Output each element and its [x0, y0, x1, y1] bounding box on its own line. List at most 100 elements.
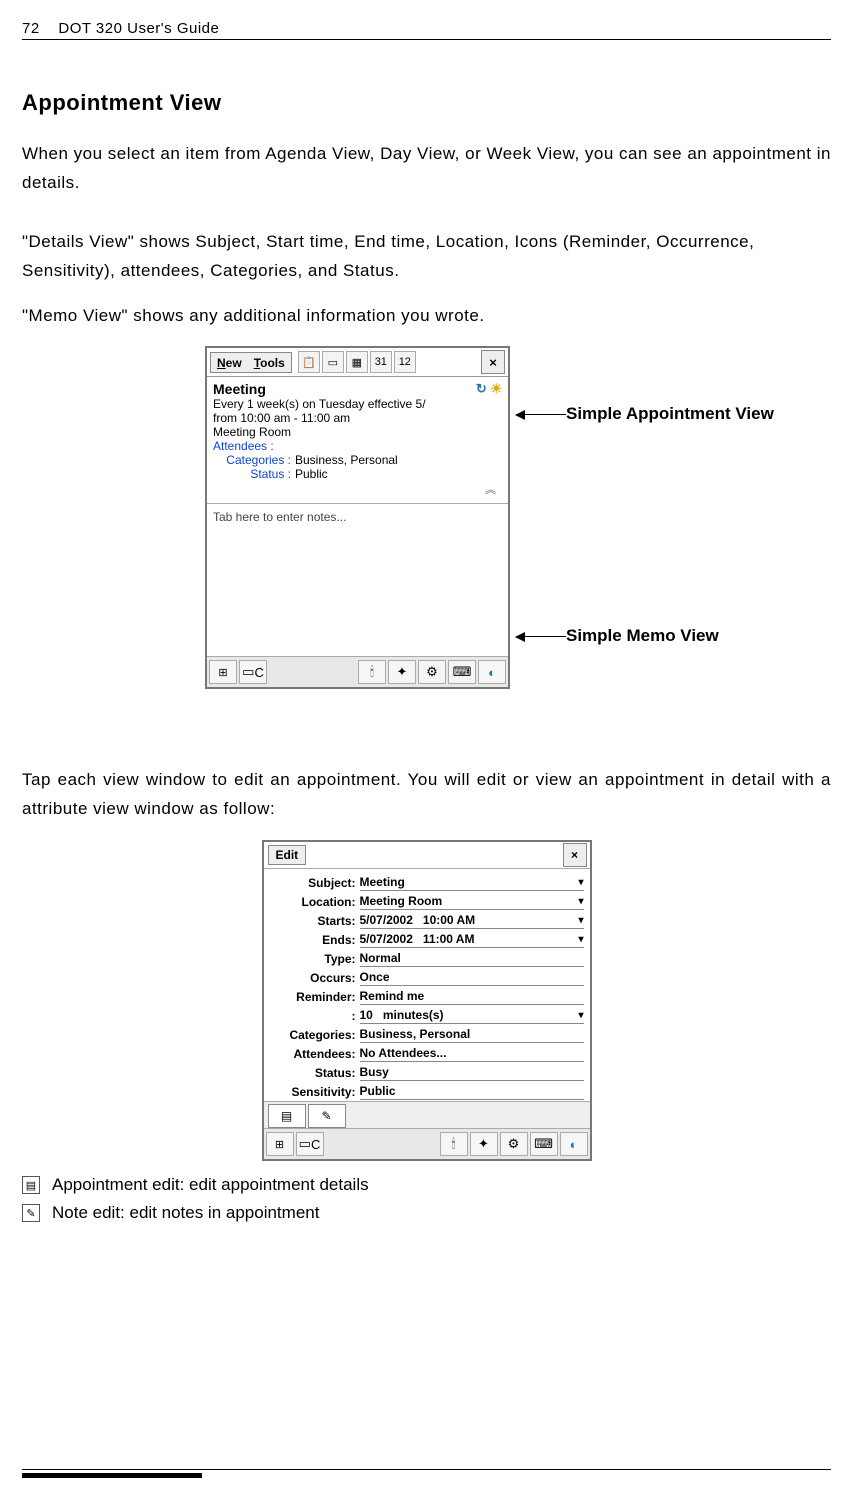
field-value[interactable]: Once [360, 969, 584, 986]
form-row[interactable]: Occurs:Once [264, 968, 590, 987]
toolbar-icon-month12[interactable]: 12 [394, 351, 416, 373]
tray-icon-1[interactable]: 🕯 [358, 660, 386, 684]
dropdown-icon[interactable]: ▾ [578, 877, 583, 888]
status-label: Status : [213, 467, 291, 481]
paragraph-edit-intro: Tap each view window to edit an appointm… [22, 766, 831, 824]
form-row[interactable]: Categories:Business, Personal [264, 1025, 590, 1044]
toolbar-icon-day[interactable]: ▭ [322, 351, 344, 373]
tray-icon-3[interactable]: ⚙ [500, 1132, 528, 1156]
collapse-chevron-icon[interactable]: ︽ [213, 481, 502, 499]
tray-icon-3[interactable]: ⚙ [418, 660, 446, 684]
field-value[interactable]: 10minutes(s)▾ [360, 1007, 584, 1024]
footer-rule [22, 1469, 831, 1470]
tray-icon-2[interactable]: ✦ [470, 1132, 498, 1156]
memo-placeholder: Tab here to enter notes... [213, 510, 346, 524]
paragraph-memo-view: "Memo View" shows any additional informa… [22, 302, 831, 331]
form-row[interactable]: Starts: 5/07/200210:00 AM▾ [264, 911, 590, 930]
legend-note-edit: ✎ Note edit: edit notes in appointment [22, 1203, 831, 1223]
start-icon[interactable]: ⊞ [266, 1132, 294, 1156]
field-value[interactable]: Meeting Room▾ [360, 893, 584, 910]
form-row[interactable]: Location: Meeting Room▾ [264, 892, 590, 911]
legend-appointment-edit: ▤ Appointment edit: edit appointment det… [22, 1175, 831, 1195]
note-edit-icon: ✎ [22, 1204, 40, 1222]
form-row[interactable]: Type: Normal [264, 949, 590, 968]
dropdown-icon[interactable]: ▾ [578, 915, 583, 926]
attendees-label: Attendees : [213, 439, 502, 453]
taskbar-app-icon[interactable]: ▭C [296, 1132, 324, 1156]
field-label: Attendees: [270, 1047, 356, 1061]
field-label: : [270, 1009, 356, 1023]
device-window: New Tools 📋 ▭ ▦ 31 12 × Meeting [205, 346, 510, 689]
taskbar: ⊞ ▭C 🕯 ✦ ⚙ ⌨ ◐ [207, 656, 508, 687]
field-label: Reminder: [270, 990, 356, 1004]
footer-accent [22, 1473, 202, 1478]
field-label: Subject: [270, 876, 356, 890]
appointment-location: Meeting Room [213, 425, 502, 439]
paragraph-details-view: "Details View" shows Subject, Start time… [22, 228, 831, 286]
screenshot-simple-views: New Tools 📋 ▭ ▦ 31 12 × Meeting [22, 346, 831, 766]
section-title: Appointment View [22, 90, 831, 116]
field-value[interactable]: Busy [360, 1064, 584, 1081]
edit-close-button[interactable]: × [563, 843, 587, 867]
toolbar-icon-month31[interactable]: 31 [370, 351, 392, 373]
appointment-edit-icon: ▤ [22, 1176, 40, 1194]
tray-keyboard-icon[interactable]: ⌨ [448, 660, 476, 684]
bottom-tabs: ▤ ✎ [264, 1101, 590, 1128]
edit-form: Subject:Meeting▾Location:Meeting Room▾St… [264, 869, 590, 1101]
field-value[interactable]: Business, Personal [360, 1026, 584, 1043]
dropdown-icon[interactable]: ▾ [578, 1010, 583, 1021]
field-value[interactable]: No Attendees... [360, 1045, 584, 1062]
field-label: Status: [270, 1066, 356, 1080]
field-label: Location: [270, 895, 356, 909]
tab-appointment-edit-icon[interactable]: ▤ [268, 1104, 306, 1128]
appointment-panel[interactable]: Meeting ↻ ☀ Every 1 week(s) on Tuesday e… [207, 377, 508, 504]
tray-icon-4[interactable]: ◐ [560, 1132, 588, 1156]
taskbar-app-icon[interactable]: ▭C [239, 660, 267, 684]
appointment-subject: Meeting [213, 381, 266, 397]
legend-appointment-edit-text: Appointment edit: edit appointment detai… [52, 1175, 369, 1195]
screenshot-edit-view: Edit × Subject: Meeting▾ Location: Meeting … [262, 840, 592, 1161]
tab-note-edit-icon[interactable]: ✎ [308, 1104, 346, 1128]
menu-tools[interactable]: Tools [248, 353, 291, 372]
close-button[interactable]: × [481, 350, 505, 374]
edit-taskbar: ⊞ ▭C 🕯 ✦ ⚙ ⌨ ◐ [264, 1128, 590, 1159]
field-value[interactable]: 5/07/200210:00 AM▾ [360, 912, 584, 929]
field-value[interactable]: Public [360, 1083, 584, 1100]
field-label: Type: [270, 952, 356, 966]
toolbar-icon-agenda[interactable]: 📋 [298, 351, 320, 373]
edit-window: Edit × Subject: Meeting▾ Location: Meeting … [262, 840, 592, 1161]
field-value[interactable]: 5/07/200211:00 AM▾ [360, 931, 584, 948]
categories-label: Categories : [213, 453, 291, 467]
start-icon[interactable]: ⊞ [209, 660, 237, 684]
callout-label-appointment: Simple Appointment View [566, 404, 774, 424]
field-label: Starts: [270, 914, 356, 928]
form-row[interactable]: Attendees: No Attendees... [264, 1044, 590, 1063]
form-row[interactable]: :10minutes(s)▾ [264, 1006, 590, 1025]
form-row[interactable]: Reminder: Remind me [264, 987, 590, 1006]
tray-icon-1[interactable]: 🕯 [440, 1132, 468, 1156]
field-value[interactable]: Remind me [360, 988, 584, 1005]
menu-edit[interactable]: Edit [268, 845, 307, 865]
form-row[interactable]: Status: Busy [264, 1063, 590, 1082]
form-row[interactable]: Ends: 5/07/200211:00 AM▾ [264, 930, 590, 949]
dropdown-icon[interactable]: ▾ [578, 934, 583, 945]
menu-new[interactable]: New [211, 353, 248, 372]
memo-panel[interactable]: Tab here to enter notes... [207, 504, 508, 656]
legend-note-edit-text: Note edit: edit notes in appointment [52, 1203, 319, 1223]
time-range: from 10:00 am - 11:00 am [213, 411, 502, 425]
dropdown-icon[interactable]: ▾ [578, 896, 583, 907]
page-number: 72 [22, 20, 40, 37]
toolbar-icon-week[interactable]: ▦ [346, 351, 368, 373]
field-value[interactable]: Meeting▾ [360, 874, 584, 891]
form-row[interactable]: Sensitivity: Public [264, 1082, 590, 1101]
field-label: Ends: [270, 933, 356, 947]
tray-icon-4[interactable]: ◐ [478, 660, 506, 684]
form-row[interactable]: Subject: Meeting▾ [264, 873, 590, 892]
field-label: Sensitivity: [270, 1085, 356, 1099]
tray-icon-2[interactable]: ✦ [388, 660, 416, 684]
recurrence-icon: ↻ [476, 381, 487, 396]
field-value[interactable]: Normal [360, 950, 584, 967]
categories-value: Business, Personal [295, 453, 398, 467]
callout-simple-appointment: Simple Appointment View [516, 404, 774, 424]
tray-keyboard-icon[interactable]: ⌨ [530, 1132, 558, 1156]
